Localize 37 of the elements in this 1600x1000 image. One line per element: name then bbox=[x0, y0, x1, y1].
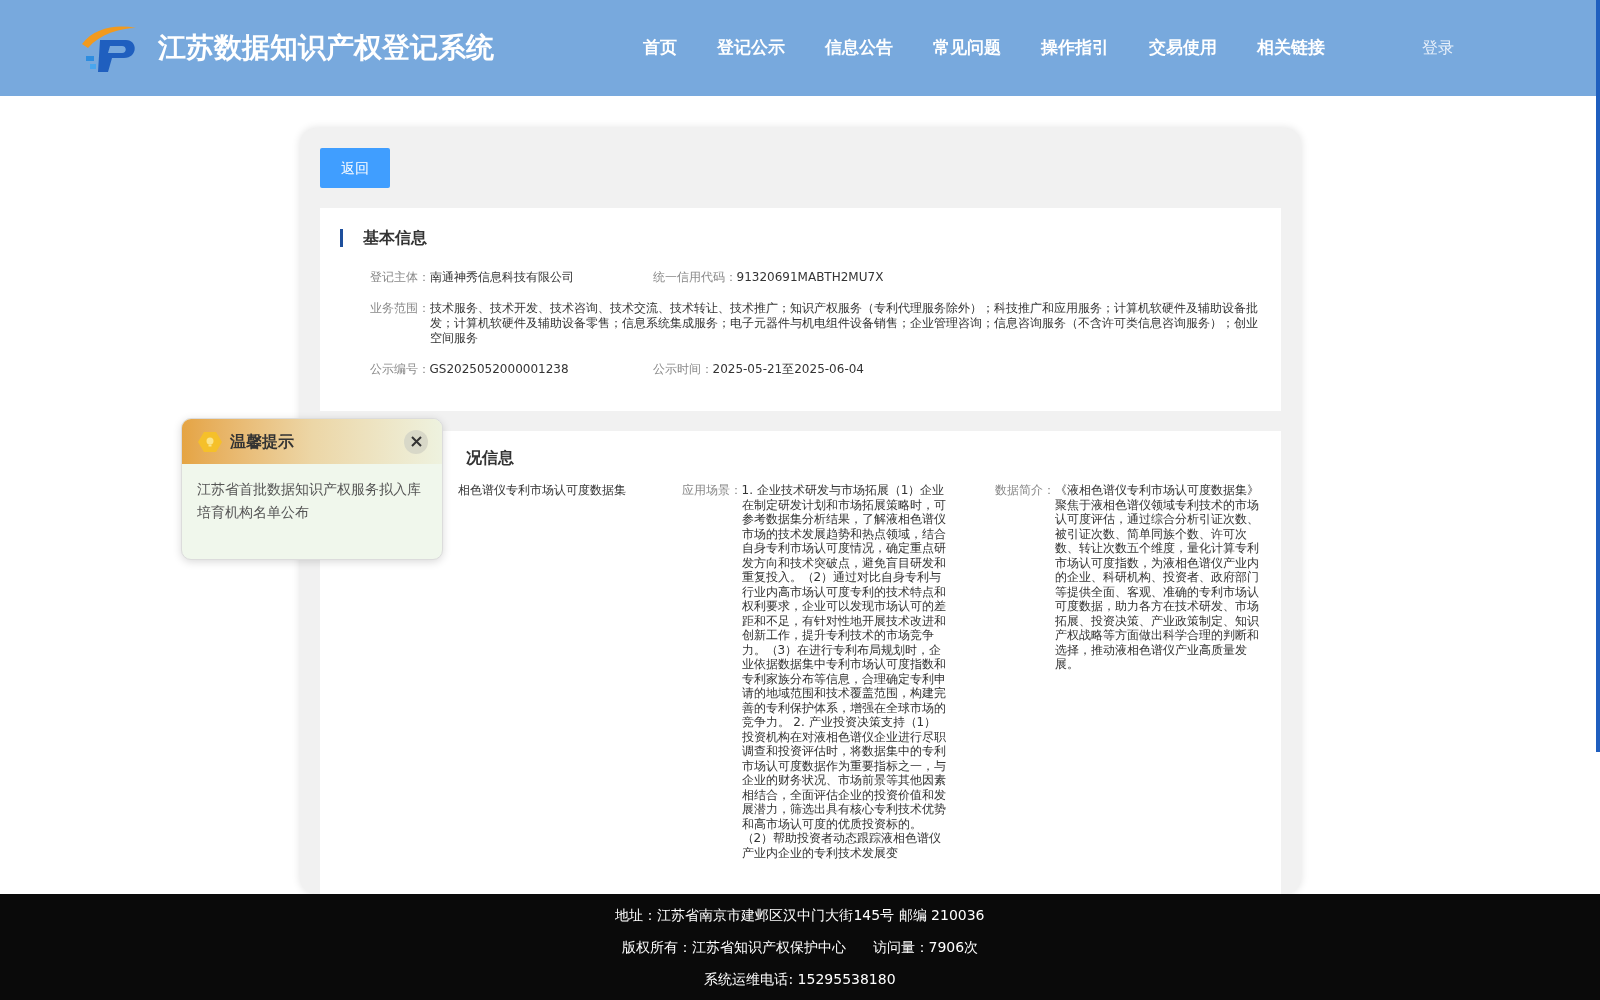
footer-text: 地址：江苏省南京市建邺区汉中门大街145号 邮编 210036 bbox=[615, 905, 985, 925]
field-value: 2025-05-21至2025-06-04 bbox=[712, 362, 864, 377]
field-value: 相色谱仪专利市场认可度数据集 bbox=[457, 483, 626, 497]
field-value: 91320691MABTH2MU7X bbox=[736, 270, 884, 285]
footer-text: 系统运维电话: 15295538180 bbox=[704, 969, 896, 989]
popup-message: 江苏省首批数据知识产权服务拟入库培育机构名单公布 bbox=[196, 480, 422, 522]
field-value: 《液相色谱仪专利市场认可度数据集》聚焦于液相色谱仪领域专利技术的市场认可度评估，通过综合分析引证次数、被引证次数、简单同族个数、许可次数、转让次数五个维度，量化计算专利市场认可度指数，为液相色谱仪产业内的企业、科研机构、投资者、政府部门等提供全面、客观、准确的专利市场认可度数据，助力各方在技术研发、市场拓展、投资决策、产业政策制定、知识产权战略等方面做出科学合理的判断和选择，推动液相色谱仪产业高质量发展。 bbox=[1054, 483, 1260, 673]
field-label: 业务范围： bbox=[369, 301, 430, 317]
field-label: 公示编号： bbox=[369, 362, 430, 377]
field-value: GS2025052000001238 bbox=[429, 362, 569, 377]
lightbulb-icon bbox=[198, 429, 222, 454]
login-link[interactable]: 登录 bbox=[1422, 36, 1454, 60]
field-value: 1. 企业技术研发与市场拓展（1）企业在制定研发计划和市场拓展策略时，可参考数据集分析结果，了解液相色谱仪市场的技术发展趋势和热点领域，结合自身专利市场认可度情况，确定重点研发方向和技术突破点，避免盲目研发和重复投入。（2）通过对比自身专利与行业内高市场认可度专利的技术特点和权利要求，企业可以发现市场认可的差距和不足，有针对性地开展技术改进和创新工作，提升专利技术的市场竞争力。（3）在进行专利布局规划时，企业依据数据集中专利市场认可度指数和专利家族分布等信息，合理确定专利申请的地域范围和技术覆盖范围，构建完善的专利保护体系，增强在全球市场的竞争力。 2. 产业投资决策支持（1）投资机构在对液相色谱仪企业进行尽职调查和投资评估时，将数据集中的专利市场认可度数据作为重要指标之一，与企业的财务状况、市场前景等其他因素相结合，全面评估企业的投资价值和发展潜力，筛选出具有核心专利技术优势和高市场认可度的优质投资标的。（2）帮助投资者动态跟踪液相色谱仪产业内企业的专利技术发展变 bbox=[741, 483, 947, 860]
close-button[interactable] bbox=[404, 429, 428, 454]
field-label: 公示时间： bbox=[652, 362, 713, 377]
close-icon bbox=[410, 436, 422, 447]
nav-link[interactable]: 相关链接 bbox=[1240, 29, 1342, 67]
field-value: 南通神秀信息科技有限公司 bbox=[429, 270, 574, 285]
scrollbar[interactable] bbox=[1596, 0, 1600, 752]
nav-link[interactable]: 首页 bbox=[626, 29, 694, 67]
field-label: 数据简介： bbox=[994, 483, 1055, 499]
field-label: 登记主体： bbox=[369, 270, 430, 285]
nav-link[interactable]: 交易使用 bbox=[1132, 29, 1234, 67]
site-title: 江苏数据知识产权登记系统 bbox=[158, 30, 494, 66]
popup-title: 温馨提示 bbox=[230, 430, 294, 453]
section-title: 基本信息 bbox=[362, 227, 427, 249]
nav-link[interactable]: 操作指引 bbox=[1024, 29, 1126, 67]
nav-link[interactable]: 常见问题 bbox=[916, 29, 1018, 67]
section-title: 况信息 bbox=[465, 447, 514, 469]
nav-link[interactable]: 登记公示 bbox=[700, 29, 802, 67]
section-marker bbox=[339, 229, 343, 247]
nav-link[interactable]: 信息公告 bbox=[808, 29, 910, 67]
field-label: 应用场景： bbox=[681, 483, 742, 499]
field-value: 技术服务、技术开发、技术咨询、技术交流、技术转让、技术推广；知识产权服务（专利代理服务除外）；科技推广和应用服务；计算机软硬件及辅助设备批发；计算机软硬件及辅助设备零售；信息系统集成服务；电子元器件与机电组件设备销售；企业管理咨询；信息咨询服务（不含许可类信息咨询服务）；创业空间服务 bbox=[429, 301, 1259, 346]
field-label: 统一信用代码： bbox=[652, 270, 737, 285]
back-button[interactable]: 返回 bbox=[319, 148, 390, 188]
footer-text: 版权所有：江苏省知识产权保护中心 访问量：7906次 bbox=[621, 937, 979, 957]
